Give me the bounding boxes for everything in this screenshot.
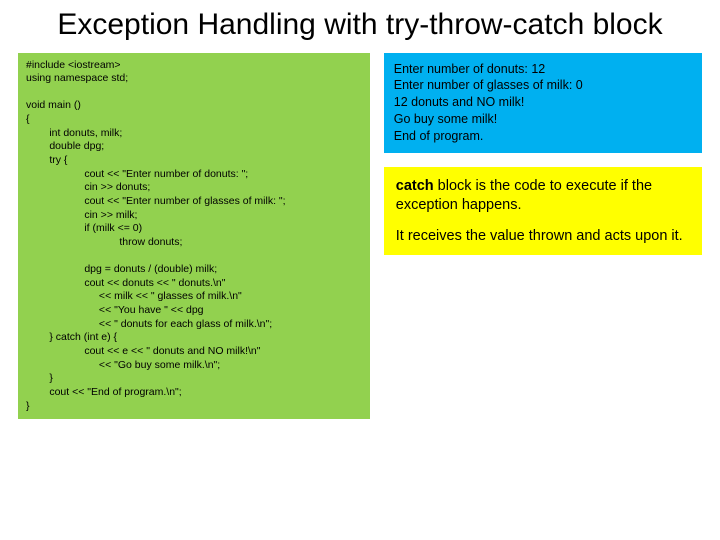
page-title: Exception Handling with try-throw-catch … (18, 8, 702, 43)
slide: Exception Handling with try-throw-catch … (0, 0, 720, 540)
note-paragraph-1: catch block is the code to execute if th… (396, 177, 690, 215)
note-p1-text: block is the code to execute if the exce… (396, 178, 652, 213)
note-paragraph-2: It receives the value thrown and acts up… (396, 227, 690, 246)
output-block: Enter number of donuts: 12 Enter number … (384, 53, 702, 153)
right-column: Enter number of donuts: 12 Enter number … (384, 53, 702, 420)
content-columns: #include <iostream> using namespace std;… (18, 53, 702, 420)
note-keyword: catch (396, 178, 434, 194)
note-block: catch block is the code to execute if th… (384, 167, 702, 256)
code-block: #include <iostream> using namespace std;… (18, 53, 370, 420)
left-column: #include <iostream> using namespace std;… (18, 53, 370, 420)
